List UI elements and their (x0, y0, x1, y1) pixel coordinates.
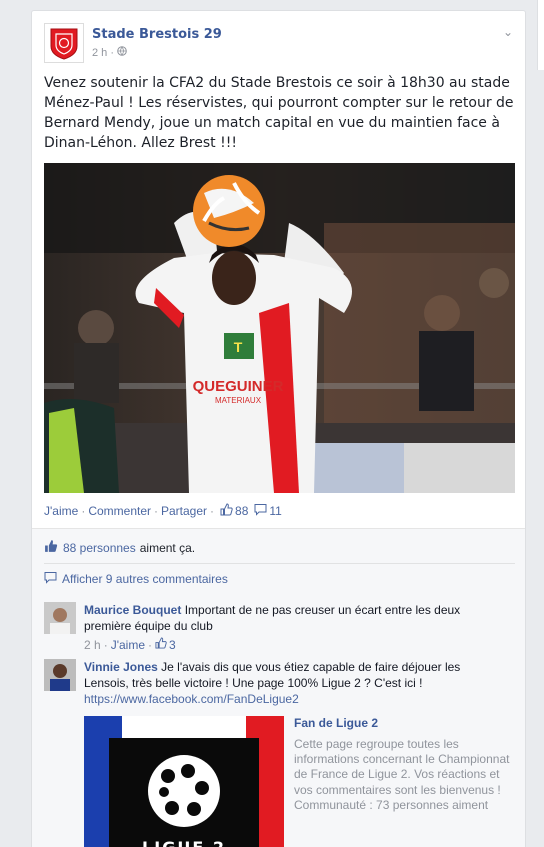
chevron-down-icon[interactable]: ⌄ (503, 25, 513, 39)
svg-text:T: T (234, 339, 243, 355)
likes-count[interactable]: 88 (235, 504, 248, 518)
ligue2-logo-text: LIGUE 2 (142, 838, 226, 847)
post-actions-bar: J'aime · Commenter · Partager · 88 11 (44, 503, 282, 519)
comments-count[interactable]: 11 (269, 504, 281, 518)
thumbs-up-icon (155, 637, 167, 653)
sponsor-logo-subtext: MATERIAUX (215, 396, 262, 405)
comment-bubble-icon (254, 503, 267, 519)
post-meta: 2 h · (92, 46, 222, 59)
comment-author[interactable]: Maurice Bouquet (84, 603, 181, 617)
likes-suffix: aiment ça. (139, 540, 196, 555)
post-photo[interactable]: T QUEGUINER MATERIAUX (44, 163, 515, 493)
shared-page-community: Communauté : 73 personnes aiment (294, 797, 489, 812)
post-time[interactable]: 2 h (92, 47, 107, 59)
comment-url-link[interactable]: https://www.facebook.com/FanDeLigue2 (84, 691, 504, 707)
view-more-label[interactable]: Afficher 9 autres commentaires (62, 572, 228, 586)
post-header: Stade Brestois 29 2 h · (44, 23, 222, 63)
commenter-avatar[interactable] (44, 602, 76, 634)
adjacent-panel-edge (537, 0, 544, 70)
shared-page-thumbnail[interactable]: LIGUE 2 (84, 716, 284, 847)
thumbs-up-icon (220, 503, 233, 519)
comment-time[interactable]: 2 h (84, 637, 101, 653)
comment-link[interactable]: Commenter (88, 504, 151, 518)
comment-likes-count[interactable]: 3 (169, 637, 176, 653)
post-card: ⌄ Stade Brestois 29 2 h · Venez soutenir… (31, 10, 526, 847)
shared-page-preview[interactable]: LIGUE 2 Fan de Ligue 2 Cette page regrou… (84, 716, 514, 847)
comment-author[interactable]: Vinnie Jones (84, 660, 158, 674)
likers-link[interactable]: 88 personnes (63, 541, 136, 555)
commenter-avatar[interactable] (44, 659, 76, 691)
shared-page-description: Cette page regroupe toutes les informati… (294, 737, 510, 812)
divider (44, 563, 515, 564)
stade-brestois-crest-icon (50, 28, 78, 60)
thumbs-up-icon (44, 539, 58, 556)
page-avatar[interactable] (44, 23, 84, 63)
share-link[interactable]: Partager (161, 504, 207, 518)
ligue2-logo: LIGUE 2 (84, 716, 284, 847)
like-link[interactable]: J'aime (44, 504, 78, 518)
player-photo-illustration: T QUEGUINER MATERIAUX (44, 163, 515, 493)
page-name[interactable]: Stade Brestois 29 (92, 27, 222, 42)
globe-icon (117, 46, 127, 59)
comment-bubble-icon (44, 571, 57, 587)
likes-summary: 88 personnes aiment ça. (44, 539, 195, 556)
comment-like-link[interactable]: J'aime (111, 637, 145, 653)
shared-page-title[interactable]: Fan de Ligue 2 (294, 716, 378, 730)
feedback-section: 88 personnes aiment ça. Afficher 9 autre… (32, 528, 525, 847)
sponsor-logo-text: QUEGUINER (193, 378, 284, 395)
view-more-comments[interactable]: Afficher 9 autres commentaires (44, 571, 228, 587)
post-text: Venez soutenir la CFA2 du Stade Brestois… (44, 75, 514, 151)
